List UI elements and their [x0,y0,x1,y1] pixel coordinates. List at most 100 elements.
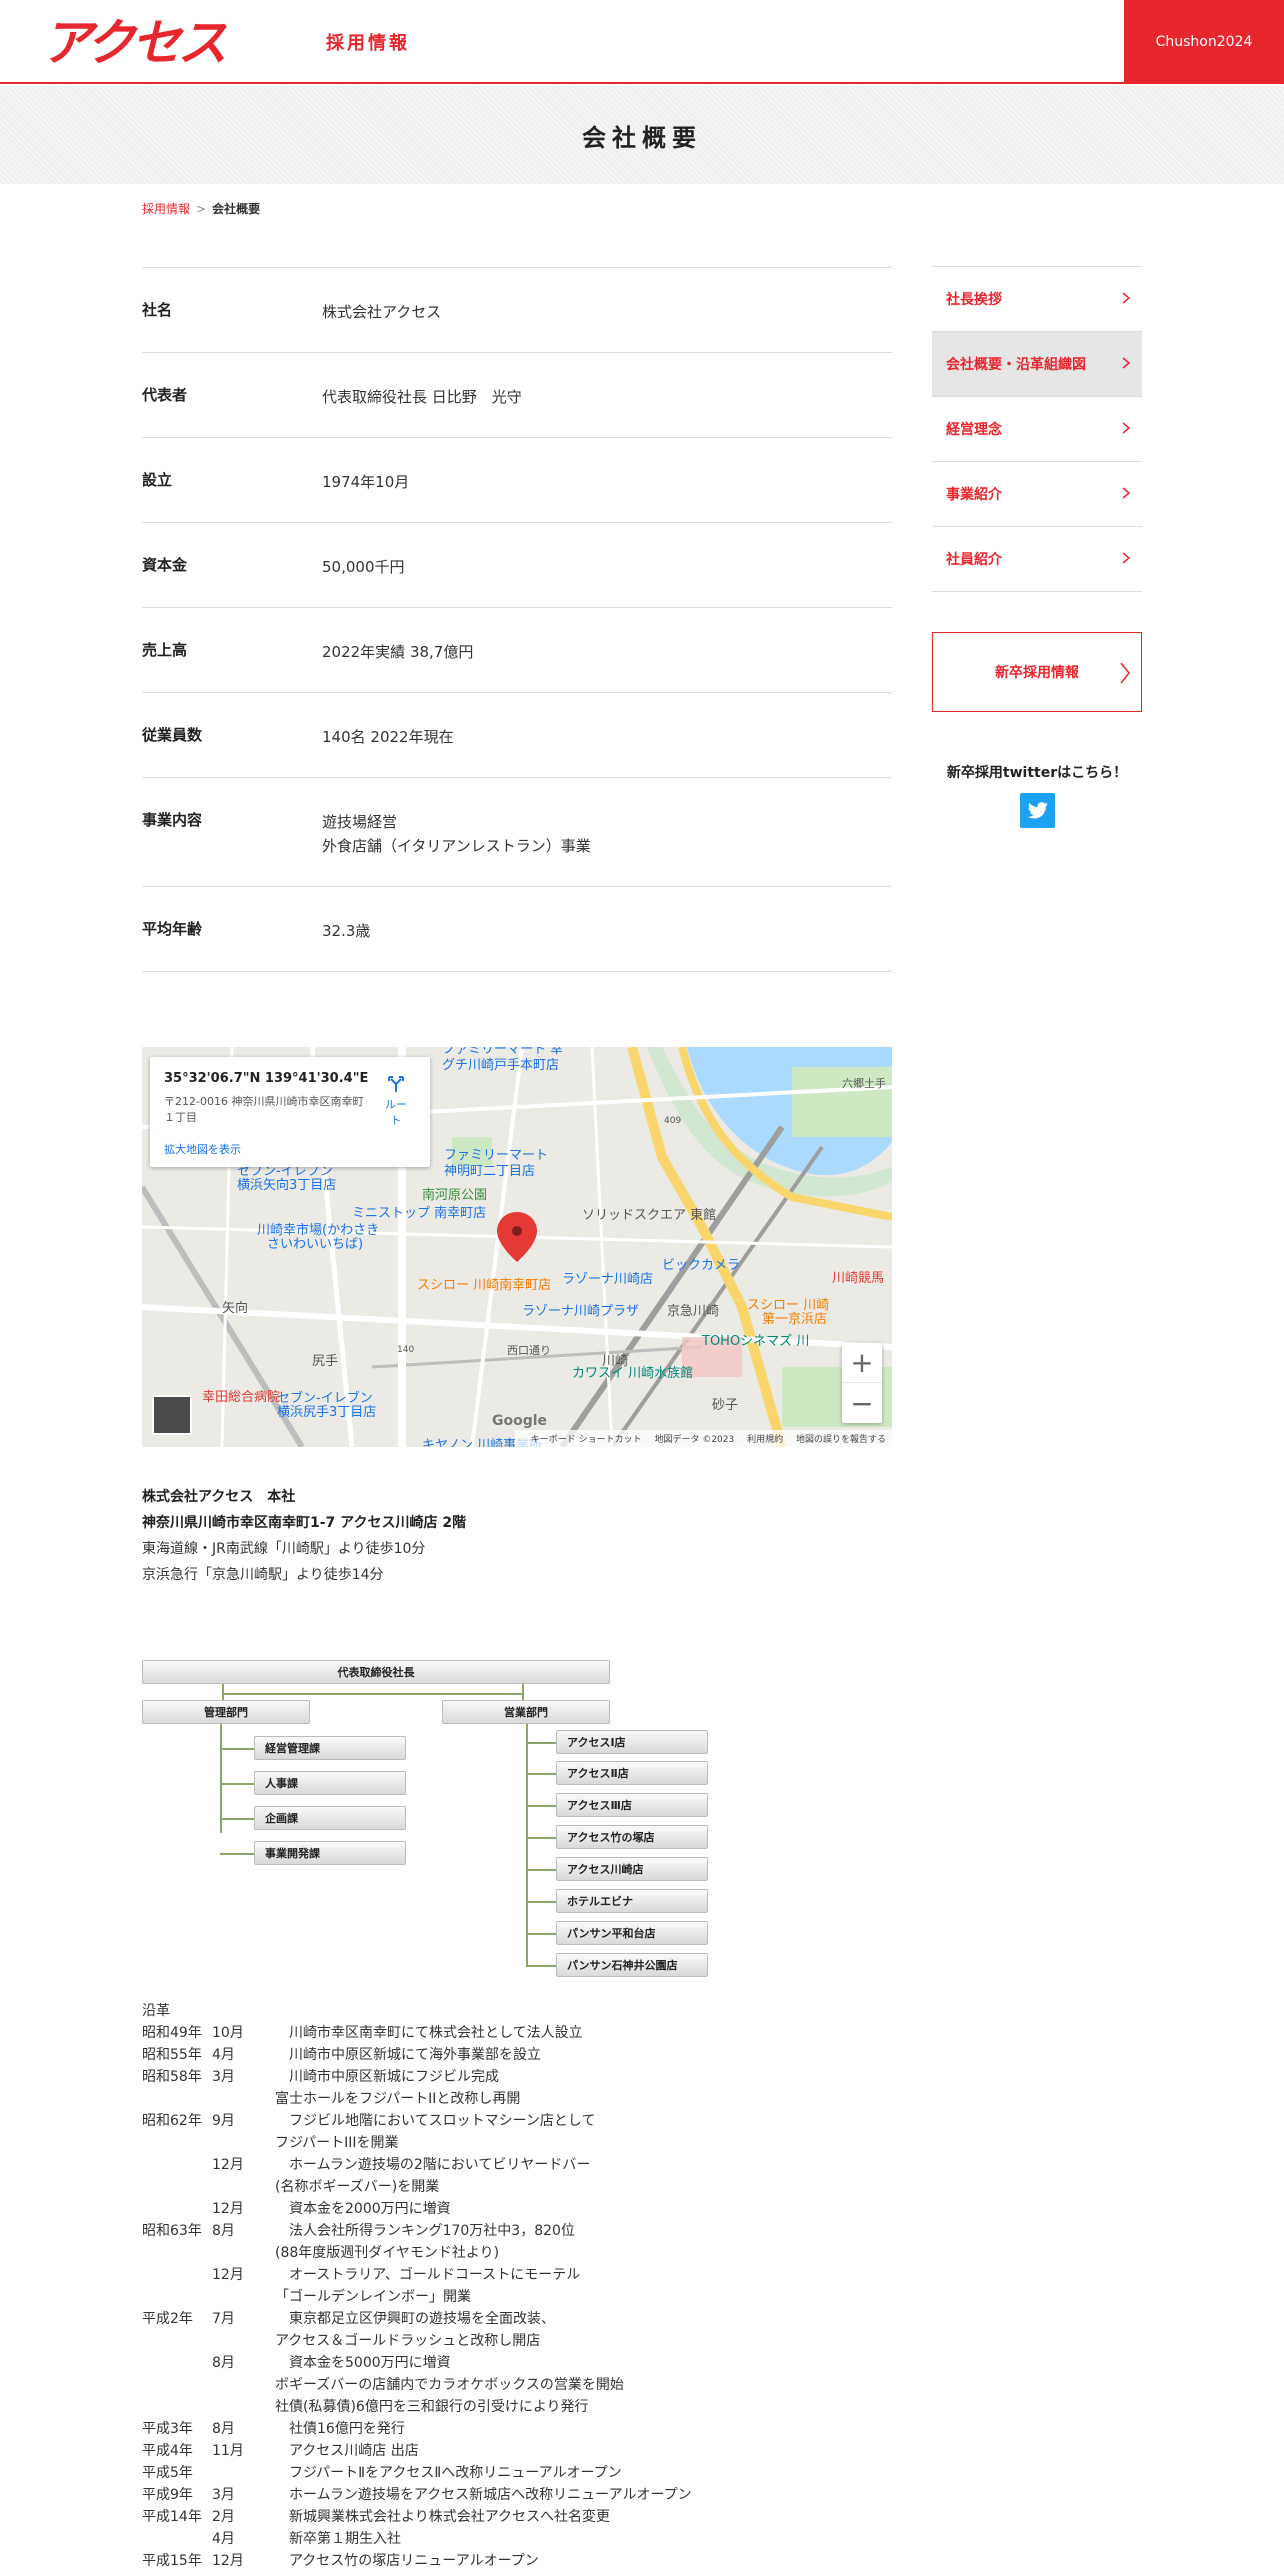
map-terms-link[interactable]: 利用規約 [747,1435,783,1445]
map-label: 409 [664,1116,681,1126]
history-row: 「ゴールデンレインボー」開業 [142,2286,942,2308]
sidenav-item-president-message[interactable]: 社長挨拶 [932,267,1142,332]
chushon-button[interactable]: Chushon2024 [1124,0,1284,84]
history-month: 10月 [212,2025,244,2041]
breadcrumb-link[interactable]: 採用情報 [142,202,190,216]
history-era: 昭和55年 [142,2047,202,2063]
info-label: 平均年齢 [142,920,203,938]
google-map[interactable]: ファミリーマート 幸 グチ川崎戸手本町店 ファミリーマート 神明町二丁目店 セブ… [142,1047,892,1447]
page-title: 会社概要 [582,124,702,152]
sidenav-item-philosophy[interactable]: 経営理念 [932,397,1142,462]
chevron-right-icon [1122,552,1131,564]
history-era: 昭和49年 [142,2025,202,2041]
history-row: 平成4年 11月 アクセス川崎店 出店 [142,2440,942,2462]
map-label: 第一京浜店 [762,1312,827,1327]
sidenav-label: 社員紹介 [946,552,1002,568]
info-label: 売上高 [142,641,188,659]
sidenav-item-employees[interactable]: 社員紹介 [932,527,1142,592]
history-event: 法人会社所得ランキング170万社中3，820位 [275,2223,575,2239]
business-line-2: 外食店舗（イタリアンレストラン）事業 [322,837,591,855]
chevron-right-icon [1120,662,1130,684]
map-report-link[interactable]: 地図の誤りを報告する [796,1435,886,1445]
info-row: 設立 1974年10月 [142,438,892,523]
history-row: 8月 資本金を5000万円に増資 [142,2352,942,2374]
twitter-icon[interactable] [1020,793,1055,828]
zoom-out-button[interactable]: − [842,1383,882,1423]
map-label: 神明町二丁目店 [444,1164,535,1179]
map-label: 西口通り [507,1344,551,1357]
history-month: 12月 [212,2157,244,2173]
history-event: フジパートⅡをアクセスⅡへ改称リニューアルオープン [275,2465,622,2481]
google-logo: Google [492,1413,548,1429]
info-value: 50,000千円 [322,558,405,576]
info-row: 従業員数 140名 2022年現在 [142,693,892,778]
info-row: 平均年齢 32.3歳 [142,887,892,972]
address-block: 株式会社アクセス 本社 神奈川県川崎市幸区南幸町1-7 アクセス川崎店 2階 東… [142,1484,466,1588]
access-jr: 東海道線・JR南武線「川崎駅」より徒歩10分 [142,1541,426,1557]
history-month: 4月 [212,2531,235,2547]
map-label: カワスイ 川崎水族館 [572,1365,693,1381]
sidenav-item-company-overview[interactable]: 会社概要・沿革組織図 [932,332,1142,397]
history-event: 社債(私募債)6億円を三和銀行の引受けにより発行 [275,2399,589,2415]
history-era: 平成3年 [142,2421,193,2437]
map-label: 南河原公園 [422,1187,487,1203]
sidenav-label: 社長挨拶 [946,292,1002,308]
map-label: ラゾーナ川崎店 [562,1272,653,1287]
history-event: オーストラリア、ゴールドコーストにモーテル [275,2267,581,2283]
history-row: 12月 オーストラリア、ゴールドコーストにモーテル [142,2264,942,2286]
info-row: 社名 株式会社アクセス [142,268,892,353]
history-event: ボギーズバーの店舗内でカラオケボックスの営業を開始 [275,2377,624,2393]
map-label: 川崎幸市場(かわさき [257,1222,379,1238]
org-store: ホテルエビナ [556,1889,708,1913]
history-month: 11月 [212,2443,244,2459]
sidenav-item-business[interactable]: 事業紹介 [932,462,1142,527]
history-month: 2月 [212,2509,235,2525]
history-row: 平成3年 8月 社債16億円を発行 [142,2418,942,2440]
history-era: 昭和58年 [142,2069,202,2085]
access-logo[interactable]: アクセス [42,16,282,68]
history-row: 昭和49年 10月 川崎市幸区南幸町にて株式会社として法人設立 [142,2022,942,2044]
map-data-credit: 地図データ ©2023 [654,1435,735,1445]
map-shortcuts-link[interactable]: キーボード ショートカット [531,1435,642,1445]
map-label: セブン-イレブン [277,1390,373,1406]
history-event: アクセス川崎店 出店 [275,2443,419,2459]
map-coordinates: 35°32'06.7"N 139°41'30.4"E [164,1071,369,1086]
history-month: 9月 [212,2113,235,2129]
sidenav-label: 事業紹介 [946,487,1002,503]
info-value: 140名 2022年現在 [322,728,454,746]
history-era: 平成5年 [142,2465,193,2481]
info-value: 株式会社アクセス [322,303,442,321]
org-sales-division: 営業部門 [442,1700,610,1724]
history-month: 12月 [212,2553,244,2568]
org-management-division: 管理部門 [142,1700,310,1724]
history-list: 昭和49年 10月 川崎市幸区南幸町にて株式会社として法人設立 昭和55年 4月 川崎… [142,2022,942,2568]
history-event: 社債16億円を発行 [275,2421,405,2437]
org-store: パンサン石神井公園店 [556,1953,708,1977]
chevron-right-icon [1122,292,1131,304]
new-graduate-recruit-button[interactable]: 新卒採用情報 [932,632,1142,712]
info-value: 2022年実績 38,7億円 [322,643,474,661]
map-route-label: ルート [385,1098,407,1127]
org-ceo: 代表取締役社長 [142,1660,610,1684]
history-era: 平成15年 [142,2553,202,2568]
history-row: 平成9年 3月 ホームラン遊技場をアクセス新城店へ改称リニューアルオープン [142,2484,942,2506]
history-row: 平成14年 2月 新城興業株式会社より株式会社アクセスへ社名変更 [142,2506,942,2528]
history-era: 平成4年 [142,2443,193,2459]
history-month: 3月 [212,2487,235,2503]
history-event: 「ゴールデンレインボー」開業 [275,2289,471,2305]
map-address: 〒212-0016 神奈川県川崎市幸区南幸町１丁目 [164,1095,364,1124]
history-month: 12月 [212,2201,244,2217]
org-store: アクセス竹の塚店 [556,1825,708,1849]
history-row: アクセス＆ゴールドラッシュと改称し開店 [142,2330,942,2352]
map-zoom-controls: + − [842,1343,882,1423]
map-satellite-toggle[interactable] [152,1395,192,1435]
map-enlarge-link[interactable]: 拡大地図を表示 [164,1141,241,1157]
map-route-button[interactable]: ルート [380,1075,412,1128]
history-row: 昭和58年 3月 川崎市中原区新城にフジビル完成 [142,2066,942,2088]
recruit-label[interactable]: 採用情報 [326,29,410,55]
map-label: 川崎競馬 [832,1271,884,1286]
org-unit: 企画課 [254,1806,406,1830]
sidenav-label: 会社概要・沿革組織図 [946,357,1086,373]
zoom-in-button[interactable]: + [842,1343,882,1383]
history-event: 川崎市中原区新城にて海外事業部を設立 [275,2047,541,2063]
